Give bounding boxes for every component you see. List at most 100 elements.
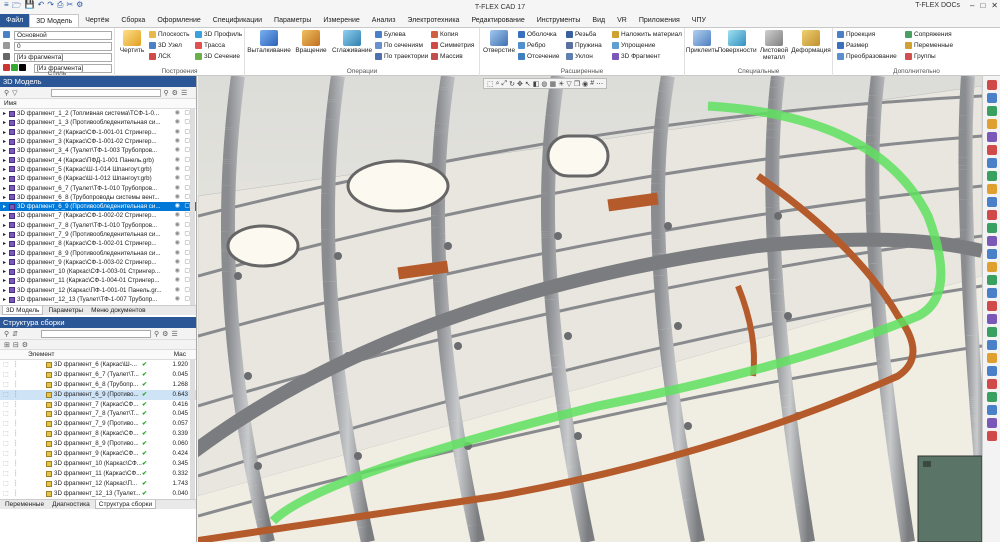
boolean-button[interactable]: Булева [375, 31, 406, 38]
tab-4[interactable]: Оформление [151, 14, 206, 27]
line-weight-combo[interactable]: 0 [14, 42, 112, 51]
tool-icon[interactable] [986, 353, 997, 363]
eye-icon[interactable]: ◉ [175, 267, 180, 276]
tree-row[interactable]: ▸ 3D фрагмент_6_7 (Туалет\ТФ-1-010 Трубоп… [0, 183, 196, 192]
tool-icon[interactable] [986, 431, 997, 441]
line-style-icon[interactable] [3, 53, 10, 60]
assembly-row[interactable]: ⬚ ┆ 3D фрагмент_6_9 (Противо... ✔ 0.643 [0, 389, 196, 400]
eye-icon[interactable]: ◉ [175, 230, 180, 239]
tree-row[interactable]: ▸ 3D фрагмент_3 (Каркас\СФ-1-001-02 Стрин… [0, 137, 196, 146]
tab-8[interactable]: Анализ [366, 14, 402, 27]
variables-button[interactable]: Переменные [905, 42, 953, 49]
view-cube-icon[interactable]: ⬚ [487, 80, 494, 88]
camera-icon[interactable]: ◉ [582, 80, 588, 88]
assembly-row[interactable]: ⬚ ┆ 3D фрагмент_7_9 (Противо... ✔ 0.057 [0, 419, 196, 429]
assembly-column-header[interactable]: Элемент Mac [0, 350, 196, 360]
tab-3[interactable]: Сборка [115, 14, 151, 27]
tool-icon[interactable] [986, 314, 997, 324]
eye-icon[interactable]: ◉ [175, 258, 180, 267]
tab-9[interactable]: Электротехника [401, 14, 465, 27]
eye-icon[interactable]: ◉ [175, 146, 180, 155]
dimension-button[interactable]: Размер [837, 42, 868, 49]
transform-button[interactable]: Преобразование [837, 53, 897, 60]
tool-icon[interactable] [986, 340, 997, 350]
eye-icon[interactable]: ◉ [175, 184, 180, 193]
tree-row[interactable]: ▸ 3D фрагмент_6_8 (Трубопроводы системы в… [0, 193, 196, 202]
quick-access-icon[interactable]: ✂ [66, 0, 73, 14]
assembly-row[interactable]: ⬚ ┆ 3D фрагмент_8 (Каркас\СФ... ✔ 0.339 [0, 429, 196, 439]
collapse-icon[interactable]: ⊟ [13, 341, 19, 349]
extrude-button[interactable]: Выталкивание [247, 30, 291, 54]
fragment-button[interactable]: 3D Фрагмент [612, 53, 660, 60]
tab-5[interactable]: Спецификации [207, 14, 268, 27]
layer-combo[interactable]: Основной [14, 31, 112, 40]
eye-icon[interactable]: ◉ [175, 137, 180, 146]
tree-row[interactable]: ▸ 3D фрагмент_7 (Каркас\СФ-1-002-02 Стрин… [0, 211, 196, 220]
loft-button[interactable]: По сечениям [375, 42, 423, 49]
route-button[interactable]: Трасса [195, 42, 225, 49]
gear-icon[interactable]: ⚙ [162, 330, 168, 338]
tree-row[interactable]: ▸ 3D фрагмент_5 (Каркас\Ш-1-014 Шпангоут.… [0, 165, 196, 174]
mates-button[interactable]: Сопряжения [905, 31, 952, 38]
assembly-row[interactable]: ⬚ ┆ 3D фрагмент_10 (Каркас\СФ... ✔ 0.345 [0, 459, 196, 469]
thread-button[interactable]: Резьба [566, 31, 596, 38]
tool-icon[interactable] [986, 93, 997, 103]
hole-button[interactable]: Отверстие [483, 30, 515, 54]
tab-10[interactable]: Редактирование [465, 14, 530, 27]
settings-icon[interactable]: ⚙ [22, 341, 28, 349]
simplify-button[interactable]: Упрощение [612, 42, 655, 49]
options-icon[interactable]: ⋯ [596, 80, 603, 88]
eye-icon[interactable]: ◉ [175, 286, 180, 295]
tab-15[interactable]: ЧПУ [686, 14, 712, 27]
groups-button[interactable]: Группы [905, 53, 936, 60]
list-icon[interactable]: ☰ [171, 330, 177, 338]
eye-icon[interactable]: ◉ [175, 249, 180, 258]
tool-icon[interactable] [986, 301, 997, 311]
tree-row[interactable]: ▸ 3D фрагмент_11 (Каркас\СФ-1-004-01 Стри… [0, 276, 196, 285]
assembly-row[interactable]: ⬚ ┆ 3D фрагмент_6_7 (Туалет\Т... ✔ 0.045 [0, 370, 196, 380]
tree-row[interactable]: ▸ 3D фрагмент_12_13 (Туалет\ТФ-1-007 Труб… [0, 295, 196, 304]
mirror-button[interactable]: Симметрия [431, 42, 474, 49]
pan-icon[interactable]: ✥ [517, 80, 523, 88]
tab-14[interactable]: Приложения [633, 14, 686, 27]
tool-icon[interactable] [986, 405, 997, 415]
tree-row[interactable]: ▸ 3D фрагмент_7_9 (Противообледенительная… [0, 230, 196, 239]
material-button[interactable]: Наложить материал [612, 31, 682, 38]
assembly-row[interactable]: ⬚ ┆ 3D фрагмент_8_9 (Противо... ✔ 0.060 [0, 439, 196, 449]
search-icon[interactable]: ⚲ [164, 89, 169, 97]
tool-icon[interactable] [986, 223, 997, 233]
tree-row[interactable]: ▸ 3D фрагмент_4 (Каркас\ПФД-1-001 Панель.… [0, 155, 196, 164]
eye-icon[interactable]: ◉ [175, 239, 180, 248]
smooth-button[interactable]: Сглаживание [332, 30, 372, 54]
glue-button[interactable]: Приклеить [686, 30, 718, 54]
surfaces-button[interactable]: Поверхности [717, 30, 757, 54]
assembly-row[interactable]: ⬚ ┆ 3D фрагмент_9 (Каркас\СФ... ✔ 0.424 [0, 449, 196, 459]
quick-access-icon[interactable]: ≡ [4, 0, 9, 14]
quick-access-icon[interactable]: 💾 [25, 0, 35, 14]
quick-access-icon[interactable]: ↷ [47, 0, 54, 14]
expand-icon[interactable]: ⊞ [4, 341, 10, 349]
filter-icon[interactable]: ⚲ [4, 330, 9, 338]
projection-button[interactable]: Проекция [837, 31, 875, 38]
eye-icon[interactable]: ◉ [175, 118, 180, 127]
panel-tab-1[interactable]: Параметры [45, 306, 86, 315]
zoom-icon[interactable]: ⌕ [496, 80, 500, 88]
eye-icon[interactable]: ◉ [175, 276, 180, 285]
tree-row[interactable]: ▸ 3D фрагмент_6 (Каркас\Ш-1-012 Шпангоут.… [0, 174, 196, 183]
tab-6[interactable]: Параметры [268, 14, 317, 27]
funnel-icon[interactable]: ▽ [12, 89, 17, 97]
tree-row[interactable]: ▸ 3D фрагмент_8_9 (Противообледенительная… [0, 248, 196, 257]
profile-button[interactable]: 3D Профиль [195, 31, 242, 38]
close-icon[interactable]: ✕ [991, 1, 998, 10]
tree-row[interactable]: ▸ 3D фрагмент_2 (Каркас\СФ-1-001-01 Стрин… [0, 128, 196, 137]
node-button[interactable]: 3D Узел [149, 42, 182, 49]
draw-button[interactable]: Чертить [118, 30, 146, 54]
copy-button[interactable]: Копия [431, 31, 458, 38]
assembly-row[interactable]: ⬚ ┆ 3D фрагмент_12 (Каркас\П... ✔ 1.743 [0, 479, 196, 489]
list-icon[interactable]: ☰ [181, 89, 187, 97]
tool-icon[interactable] [986, 158, 997, 168]
bottom-tab-2[interactable]: Структура сборки [94, 500, 157, 509]
tool-icon[interactable] [986, 171, 997, 181]
maximize-icon[interactable]: □ [980, 1, 985, 10]
fragment-combo-1[interactable]: [Из фрагмента] [14, 53, 112, 62]
